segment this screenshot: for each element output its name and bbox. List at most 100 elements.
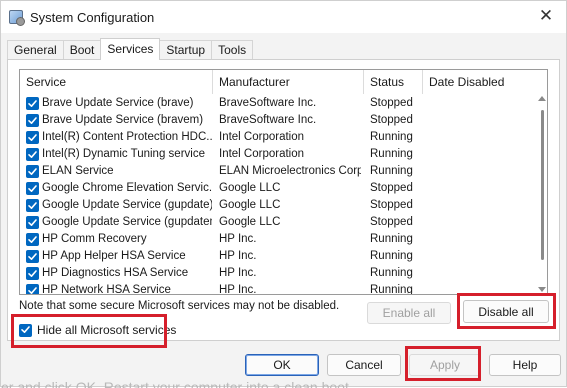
manufacturer-cell: BraveSoftware Inc. — [219, 97, 317, 109]
enable-all-button[interactable]: Enable all — [367, 302, 451, 324]
checkmark-icon[interactable] — [26, 165, 39, 178]
service-name-cell: Google Chrome Elevation Servic... — [42, 182, 212, 194]
service-name-cell: HP Diagnostics HSA Service — [42, 267, 189, 279]
checkmark-icon[interactable] — [26, 284, 39, 294]
close-icon[interactable]: ✕ — [532, 3, 560, 29]
manufacturer-cell: ELAN Microelectronics Corp. — [219, 165, 361, 177]
checkmark-icon[interactable] — [26, 267, 39, 280]
manufacturer-cell: HP Inc. — [219, 250, 257, 262]
ok-button[interactable]: OK — [245, 354, 319, 376]
manufacturer-cell: HP Inc. — [219, 233, 257, 245]
manufacturer-cell: Google LLC — [219, 216, 281, 228]
table-row[interactable]: Google Update Service (gupdatem) Google L… — [20, 214, 533, 231]
tab-startup[interactable]: Startup — [159, 40, 213, 60]
date-disabled-cell — [429, 282, 529, 294]
checkmark-icon[interactable] — [26, 148, 39, 161]
date-disabled-cell — [429, 112, 529, 129]
service-name-cell: Google Update Service (gupdatem) — [42, 216, 212, 228]
checkmark-icon[interactable] — [26, 199, 39, 212]
manufacturer-cell: HP Inc. — [219, 284, 257, 295]
checkmark-icon[interactable] — [26, 250, 39, 263]
services-panel: Service Manufacturer Status Date Disable… — [7, 59, 560, 341]
system-configuration-icon — [9, 10, 25, 26]
tab-strip: General Boot Services Startup Tools — [7, 38, 254, 60]
scroll-down-arrow-icon[interactable] — [538, 287, 546, 292]
manufacturer-cell: BraveSoftware Inc. — [219, 114, 317, 126]
status-cell: Running — [370, 131, 413, 143]
manufacturer-cell: Intel Corporation — [219, 131, 305, 143]
table-row[interactable]: Intel(R) Content Protection HDC... Intel … — [20, 129, 533, 146]
table-row[interactable]: Brave Update Service (brave) BraveSoftwar… — [20, 95, 533, 112]
status-cell: Running — [370, 233, 413, 245]
table-row[interactable]: HP App Helper HSA Service HP Inc. Running — [20, 248, 533, 265]
date-disabled-cell — [429, 231, 529, 248]
hide-microsoft-services-label: Hide all Microsoft services — [37, 323, 177, 337]
checkmark-icon[interactable] — [19, 323, 32, 337]
table-row[interactable]: HP Diagnostics HSA Service HP Inc. Running — [20, 265, 533, 282]
window-title: System Configuration — [30, 9, 155, 25]
service-name-cell: HP Network HSA Service — [42, 284, 171, 295]
date-disabled-cell — [429, 163, 529, 180]
date-disabled-cell — [429, 129, 529, 146]
tab-services[interactable]: Services — [100, 38, 161, 60]
table-row[interactable]: Brave Update Service (bravem) BraveSoftwa… — [20, 112, 533, 129]
status-cell: Running — [370, 267, 413, 279]
service-name-cell: Intel(R) Dynamic Tuning service — [42, 148, 205, 160]
tab-tools[interactable]: Tools — [211, 40, 254, 60]
checkmark-icon[interactable] — [26, 131, 39, 144]
service-name-cell: HP App Helper HSA Service — [42, 250, 186, 262]
hide-microsoft-services-checkbox[interactable]: Hide all Microsoft services — [19, 323, 176, 337]
status-cell: Stopped — [370, 216, 413, 228]
date-disabled-cell — [429, 214, 529, 231]
disable-all-button[interactable]: Disable all — [463, 300, 549, 323]
apply-button[interactable]: Apply — [409, 354, 481, 376]
scroll-thumb[interactable] — [541, 110, 544, 260]
date-disabled-cell — [429, 95, 529, 112]
service-name-cell: HP Comm Recovery — [42, 233, 147, 245]
checkmark-icon[interactable] — [26, 97, 39, 110]
tab-boot[interactable]: Boot — [62, 40, 102, 60]
system-configuration-window: System Configuration ✕ General Boot Serv… — [0, 0, 567, 388]
checkmark-icon[interactable] — [26, 216, 39, 229]
table-row[interactable]: Google Chrome Elevation Servic... Google … — [20, 180, 533, 197]
services-scrollbar[interactable] — [538, 96, 546, 292]
column-header-service[interactable]: Service — [20, 70, 213, 94]
status-cell: Running — [370, 284, 413, 295]
checkmark-icon[interactable] — [26, 182, 39, 195]
status-cell: Stopped — [370, 114, 413, 126]
help-button[interactable]: Help — [489, 354, 561, 376]
date-disabled-cell — [429, 180, 529, 197]
manufacturer-cell: HP Inc. — [219, 267, 257, 279]
service-name-cell: Brave Update Service (brave) — [42, 97, 194, 109]
title-bar[interactable]: System Configuration ✕ — [1, 1, 566, 33]
scroll-up-arrow-icon[interactable] — [538, 96, 546, 101]
tab-general[interactable]: General — [7, 40, 64, 60]
table-row[interactable]: Intel(R) Dynamic Tuning service Intel Cor… — [20, 146, 533, 163]
table-row[interactable]: ELAN Service ELAN Microelectronics Corp. R… — [20, 163, 533, 180]
service-name-cell: Brave Update Service (bravem) — [42, 114, 204, 126]
manufacturer-cell: Google LLC — [219, 199, 281, 211]
services-list-header: Service Manufacturer Status Date Disable… — [20, 70, 533, 94]
cancel-button[interactable]: Cancel — [327, 354, 401, 376]
services-list[interactable]: Service Manufacturer Status Date Disable… — [19, 69, 548, 295]
status-cell: Stopped — [370, 182, 413, 194]
date-disabled-cell — [429, 265, 529, 282]
column-header-status[interactable]: Status — [364, 70, 423, 94]
status-cell: Stopped — [370, 97, 413, 109]
date-disabled-cell — [429, 197, 529, 214]
service-name-cell: ELAN Service — [42, 165, 114, 177]
service-name-cell: Intel(R) Content Protection HDC... — [42, 131, 212, 143]
secure-services-note: Note that some secure Microsoft services… — [19, 300, 340, 312]
manufacturer-cell: Intel Corporation — [219, 148, 305, 160]
date-disabled-cell — [429, 248, 529, 265]
status-cell: Stopped — [370, 199, 413, 211]
column-header-date-disabled[interactable]: Date Disabled — [423, 70, 533, 94]
checkmark-icon[interactable] — [26, 114, 39, 127]
table-row[interactable]: HP Network HSA Service HP Inc. Running — [20, 282, 533, 295]
table-row[interactable]: HP Comm Recovery HP Inc. Running — [20, 231, 533, 248]
manufacturer-cell: Google LLC — [219, 182, 281, 194]
table-row[interactable]: Google Update Service (gupdate) Google LL… — [20, 197, 533, 214]
status-cell: Running — [370, 165, 413, 177]
column-header-manufacturer[interactable]: Manufacturer — [213, 70, 364, 94]
checkmark-icon[interactable] — [26, 233, 39, 246]
